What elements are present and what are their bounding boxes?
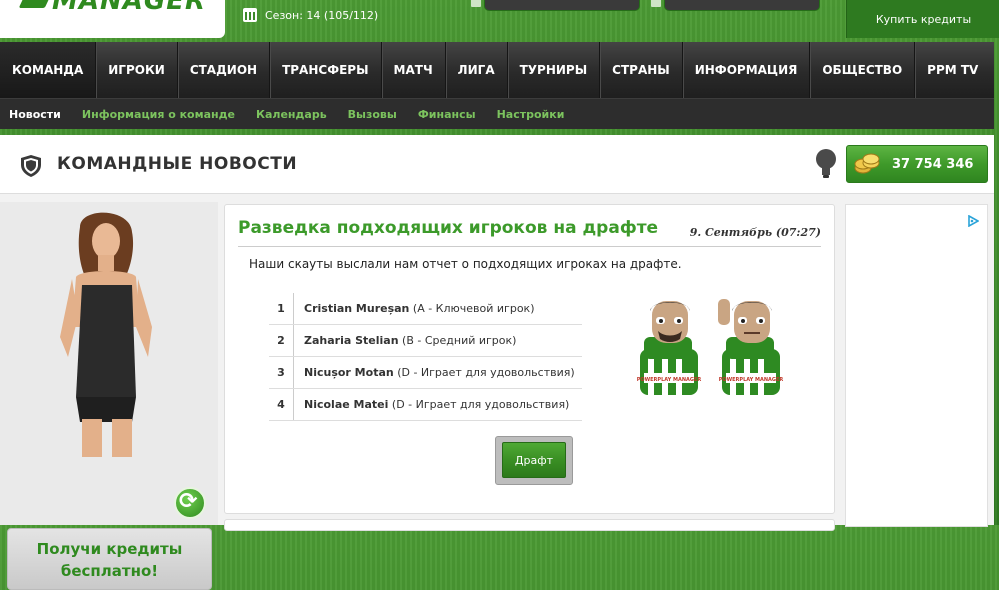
draft-button-frame: Драфт — [495, 436, 573, 485]
subnav-item-finances[interactable]: Финансы — [409, 108, 488, 121]
news-intro: Наши скауты выслали нам отчет о подходящ… — [249, 257, 682, 271]
promo-model-image[interactable] — [40, 207, 180, 457]
coins-icon — [854, 153, 880, 174]
main-nav: КОМАНДА ИГРОКИ СТАДИОН ТРАНСФЕРЫ МАТЧ ЛИ… — [0, 42, 994, 98]
draft-players-table: 1 Cristian Mureșan (A - Ключевой игрок) … — [269, 293, 582, 421]
jersey-text-1: POWERPLAY MANAGER — [637, 377, 702, 383]
sub-nav: Новости Информация о команде Календарь В… — [0, 98, 994, 129]
credits-amount: 37 754 346 — [892, 156, 974, 172]
jersey-text-2: POWERPLAY MANAGER — [719, 377, 784, 383]
shield-icon — [21, 155, 41, 177]
nav-item-match[interactable]: МАТЧ — [382, 42, 446, 98]
draft-button[interactable]: Драфт — [502, 442, 566, 478]
player-detail: (A - Ключевой игрок) — [409, 302, 535, 315]
player-detail: (D - Играет для удовольствия) — [393, 366, 575, 379]
news-card-next — [224, 519, 835, 531]
content-panel: КОМАНДНЫЕ НОВОСТИ 37 754 346 ⟳ Получи кр… — [0, 135, 994, 590]
player-rank: 1 — [269, 293, 294, 325]
nav-item-team[interactable]: КОМАНДА — [0, 42, 97, 98]
section-header: КОМАНДНЫЕ НОВОСТИ 37 754 346 — [0, 135, 994, 194]
subnav-item-news[interactable]: Новости — [0, 108, 73, 121]
page-title: КОМАНДНЫЕ НОВОСТИ — [57, 154, 298, 174]
table-row: 2 Zaharia Stelian (B - Средний игрок) — [269, 324, 582, 357]
player-rank: 3 — [269, 356, 294, 389]
nav-item-league[interactable]: ЛИГА — [446, 42, 508, 98]
credits-balance-button[interactable]: 37 754 346 — [846, 145, 988, 183]
promo-column: Получи кредиты бесплатно! — [0, 202, 218, 590]
subnav-item-team-info[interactable]: Информация о команде — [73, 108, 247, 121]
subnav-item-settings[interactable]: Настройки — [488, 108, 577, 121]
season-info: Сезон: 14 (105/112) — [243, 7, 378, 23]
logo[interactable]: MANAGER — [0, 0, 225, 38]
refresh-icon[interactable] — [174, 487, 206, 519]
subnav-item-challenges[interactable]: Вызовы — [339, 108, 409, 121]
get-credits-line2: бесплатно! — [60, 562, 159, 580]
top-bar: MANAGER Сезон: 14 (105/112) Купить креди… — [0, 0, 999, 38]
player-name[interactable]: Cristian Mureșan — [304, 302, 409, 315]
nav-item-society[interactable]: ОБЩЕСТВО — [810, 42, 916, 98]
calendar-icon — [243, 8, 257, 22]
get-credits-line1: Получи кредиты — [36, 540, 183, 558]
top-field-2[interactable] — [651, 0, 820, 11]
news-title: Разведка подходящих игроков на драфте — [238, 218, 659, 238]
get-free-credits-button[interactable]: Получи кредиты бесплатно! — [7, 528, 212, 590]
player-cell: Cristian Mureșan (A - Ключевой игрок) — [293, 293, 582, 325]
season-label: Сезон: 14 (105/112) — [265, 8, 379, 22]
player-cell: Nicolae Matei (D - Играет для удовольств… — [293, 388, 582, 421]
player-name[interactable]: Zaharia Stelian — [304, 334, 399, 347]
nav-item-tournaments[interactable]: ТУРНИРЫ — [508, 42, 601, 98]
news-card: Разведка подходящих игроков на драфте 9.… — [224, 204, 835, 514]
nav-item-stadium[interactable]: СТАДИОН — [178, 42, 271, 98]
top-field-icon — [471, 0, 481, 7]
subnav-item-calendar[interactable]: Календарь — [247, 108, 339, 121]
buy-credits-button[interactable]: Купить кредиты — [846, 0, 999, 38]
player-cell: Nicușor Motan (D - Играет для удовольств… — [293, 356, 582, 389]
player-detail: (B - Средний игрок) — [398, 334, 517, 347]
players-illustration: POWERPLAY MANAGER POWERPLAY MANAGER — [637, 299, 784, 395]
table-row: 3 Nicușor Motan (D - Играет для удовольс… — [269, 356, 582, 389]
nav-item-countries[interactable]: СТРАНЫ — [600, 42, 683, 98]
logo-swoosh — [18, 0, 52, 8]
top-field-icon — [651, 0, 661, 7]
ad-column — [845, 204, 988, 527]
player-rank: 2 — [269, 324, 294, 357]
adchoices-icon[interactable] — [967, 215, 979, 227]
logo-text: MANAGER — [52, 0, 206, 16]
player-name[interactable]: Nicolae Matei — [304, 398, 388, 411]
table-row: 4 Nicolae Matei (D - Играет для удовольс… — [269, 388, 582, 421]
player-cell: Zaharia Stelian (B - Средний игрок) — [293, 324, 582, 357]
nav-item-information[interactable]: ИНФОРМАЦИЯ — [683, 42, 811, 98]
top-field-1[interactable] — [471, 0, 640, 11]
nav-item-players[interactable]: ИГРОКИ — [96, 42, 178, 98]
bulb-icon[interactable] — [815, 148, 837, 180]
player-detail: (D - Играет для удовольствия) — [388, 398, 570, 411]
nav-item-transfers[interactable]: ТРАНСФЕРЫ — [270, 42, 382, 98]
player-name[interactable]: Nicușor Motan — [304, 366, 394, 379]
news-date: 9. Сентябрь (07:27) — [689, 226, 821, 239]
nav-item-ppm-tv[interactable]: PPM TV — [915, 42, 990, 98]
divider — [238, 246, 821, 247]
player-rank: 4 — [269, 388, 294, 421]
table-row: 1 Cristian Mureșan (A - Ключевой игрок) — [269, 293, 582, 325]
